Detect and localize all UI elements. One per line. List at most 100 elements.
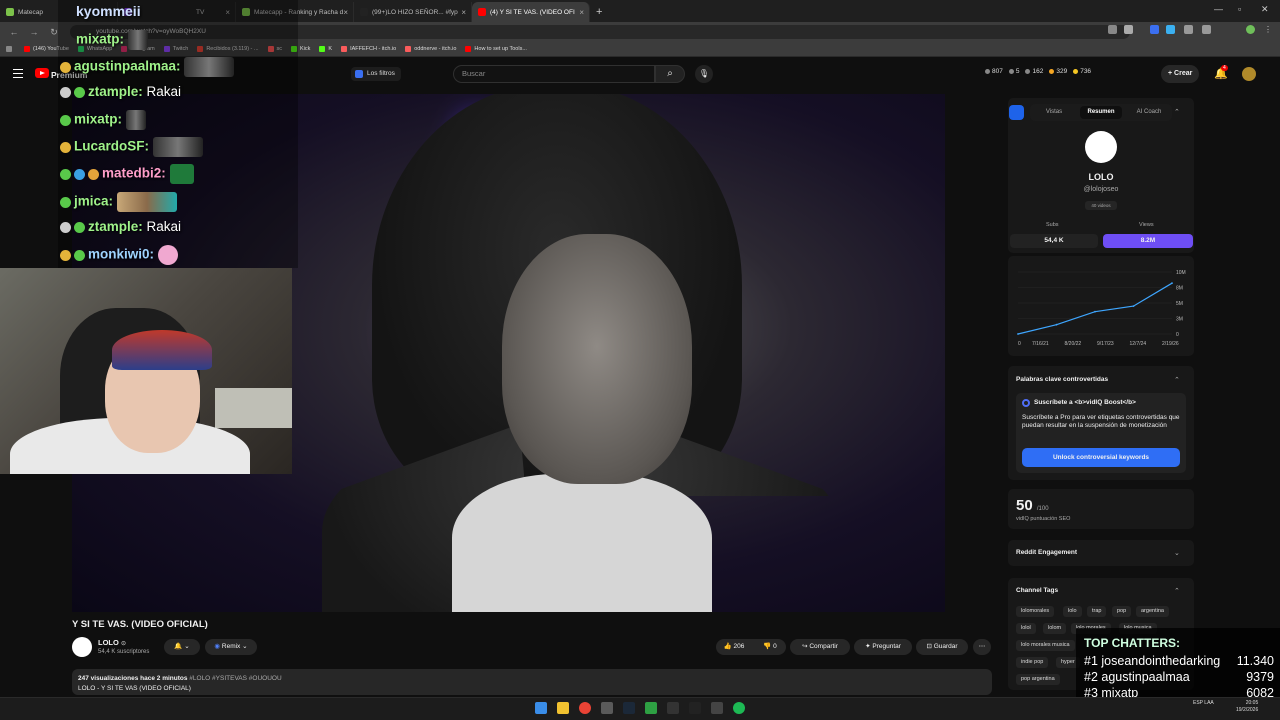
channel-tag[interactable]: argentina (1136, 606, 1169, 617)
star-icon[interactable] (1124, 25, 1133, 34)
channel-tag[interactable]: indie pop (1016, 657, 1049, 668)
app-icon[interactable] (711, 702, 723, 714)
app-icon[interactable] (645, 702, 657, 714)
search-input[interactable]: Buscar (453, 65, 655, 83)
filters-button[interactable]: Los filtros (351, 67, 401, 81)
bookmark-label: Kick (300, 46, 311, 52)
channel-name[interactable]: LOLO ⊙ (98, 638, 126, 647)
save-button[interactable]: ⊡ Guardar (916, 639, 968, 655)
close-tab-icon[interactable]: × (343, 8, 348, 17)
like-button[interactable]: 👍 206 (716, 639, 752, 655)
chevron-down-icon[interactable]: ⌄ (1174, 549, 1180, 557)
epic-icon[interactable] (689, 702, 701, 714)
like-count: 206 (733, 643, 745, 650)
language-indicator[interactable]: ESP LAA (1193, 700, 1214, 707)
more-icon[interactable]: ⋮ (1264, 25, 1273, 34)
views-toggle[interactable]: 8.2M (1103, 234, 1193, 248)
vidiq-logo-icon[interactable] (1009, 105, 1024, 120)
badge-icon (60, 221, 71, 233)
close-tab-icon[interactable]: × (579, 8, 584, 17)
data-point (1171, 282, 1173, 285)
youtube-logo-icon[interactable] (35, 68, 49, 78)
webcam-shelf (215, 388, 292, 428)
extension-icon[interactable] (1166, 25, 1175, 34)
stat-item: 807 (985, 68, 1003, 75)
channel-tag[interactable]: lolomorales (1016, 606, 1055, 617)
profile-icon[interactable] (1246, 25, 1255, 34)
folder-icon[interactable] (557, 702, 569, 714)
description-box[interactable] (72, 669, 992, 695)
microphone-icon[interactable]: 🎙 (695, 65, 713, 83)
panel-channel-handle: @lolojoseo (1083, 186, 1119, 193)
apps-icon[interactable] (6, 46, 15, 52)
tab-ai-coach[interactable]: AI Coach (1128, 106, 1170, 119)
extension-icon[interactable] (1184, 25, 1193, 34)
browser-tab[interactable]: (99+)LO HIZO SEÑOR... #fyp × (354, 2, 472, 22)
subs-toggle[interactable]: 54,4 K (1010, 234, 1098, 248)
chat-user: matedbi2: (102, 165, 166, 181)
view-count: 247 visualizaciones hace 2 minutos (78, 675, 188, 682)
new-tab-button[interactable]: + (590, 2, 608, 22)
channel-tag[interactable]: lolo (1063, 606, 1082, 617)
forward-icon[interactable]: → (28, 27, 40, 37)
search-icon[interactable]: ⌕ (655, 65, 685, 83)
views-chart: 10M 8M 5M 3M 0 0 7/16/21 8/20/22 9/17/23 12/7/24 2… (1017, 270, 1186, 347)
clock[interactable]: 20:05 19/2/2026 (1236, 700, 1258, 714)
channel-tag[interactable]: pop argentina (1016, 674, 1060, 685)
bookmark-item[interactable]: IAFFEFCH - itch.io (341, 46, 396, 52)
obs-icon[interactable] (601, 702, 613, 714)
close-window-icon[interactable]: ✕ (1261, 4, 1269, 15)
tab-resumen[interactable]: Resumen (1080, 106, 1122, 119)
chat-user: ztample: (88, 219, 143, 234)
chrome-icon[interactable] (579, 702, 591, 714)
start-icon[interactable] (535, 702, 547, 714)
steam-icon[interactable] (623, 702, 635, 714)
bookmark-item[interactable]: K (319, 46, 332, 52)
dislike-button[interactable]: 👎 0 (756, 639, 784, 655)
vidiq-extension-icon[interactable] (1150, 25, 1159, 34)
close-tab-icon[interactable]: × (461, 8, 466, 17)
create-button[interactable]: + Crear (1161, 65, 1200, 83)
cast-icon[interactable] (1108, 25, 1117, 34)
app-icon[interactable] (667, 702, 679, 714)
spotify-icon[interactable] (733, 702, 745, 714)
channel-tag[interactable]: lolol (1016, 623, 1036, 634)
channel-tag[interactable]: pop (1112, 606, 1132, 617)
badge-icon (74, 168, 85, 180)
chatter-row: #1 joseandointhedarking 11.340 (1084, 654, 1274, 668)
avatar[interactable] (1242, 67, 1256, 81)
more-actions-icon[interactable]: ⋯ (973, 639, 991, 655)
channel-tag[interactable]: lolo morales musica (1016, 640, 1075, 651)
channel-avatar[interactable] (72, 637, 92, 657)
emote-icon (184, 57, 235, 77)
data-point (1132, 305, 1135, 307)
puzzle-icon[interactable] (1202, 25, 1211, 34)
subscribe-bell-button[interactable]: 🔔 ⌄ (164, 639, 200, 655)
tab-vistas[interactable]: Vistas (1034, 106, 1074, 119)
hashtags[interactable]: #LOLO #YSITEVAS #OUOUOU (189, 675, 281, 682)
share-button[interactable]: ↪ Compartir (790, 639, 850, 655)
badge-icon (60, 114, 71, 126)
seo-score-max: /100 (1036, 506, 1049, 512)
collapse-icon[interactable]: ⌃ (1174, 108, 1180, 116)
chat-message: matedbi2: (60, 164, 194, 184)
unlock-keywords-button[interactable]: Unlock controversial keywords (1022, 448, 1180, 467)
ask-button[interactable]: ✦ Preguntar (854, 639, 912, 655)
vidiq-stats: 807 5 162 329 736 (985, 68, 1091, 75)
remix-button[interactable]: ◉ Remix ⌄ (205, 639, 257, 655)
bookmark-item[interactable]: oddnerve - itch.io (405, 46, 456, 52)
collapse-icon[interactable]: ⌃ (1174, 587, 1180, 595)
chat-message: monkiwi0: (60, 245, 178, 265)
bookmark-item[interactable]: How to set up Tools... (465, 46, 527, 52)
boost-title: Suscríbete a <b>vidIQ Boost</b> (1034, 399, 1136, 406)
hamburger-menu-icon[interactable] (13, 69, 23, 78)
back-icon[interactable]: ← (8, 27, 20, 37)
collapse-icon[interactable]: ⌃ (1174, 376, 1180, 384)
minimize-icon[interactable]: — (1214, 4, 1223, 14)
subscriber-count: 54,4 K suscriptores (98, 649, 150, 655)
maximize-icon[interactable]: ▫ (1238, 4, 1241, 14)
channel-tag[interactable]: lolom (1043, 623, 1067, 634)
chat-user: monkiwi0: (88, 246, 155, 262)
channel-tag[interactable]: trap (1087, 606, 1107, 617)
browser-tab-active[interactable]: (4) Y SI TE VAS. (VIDEO OFI × (472, 2, 590, 22)
